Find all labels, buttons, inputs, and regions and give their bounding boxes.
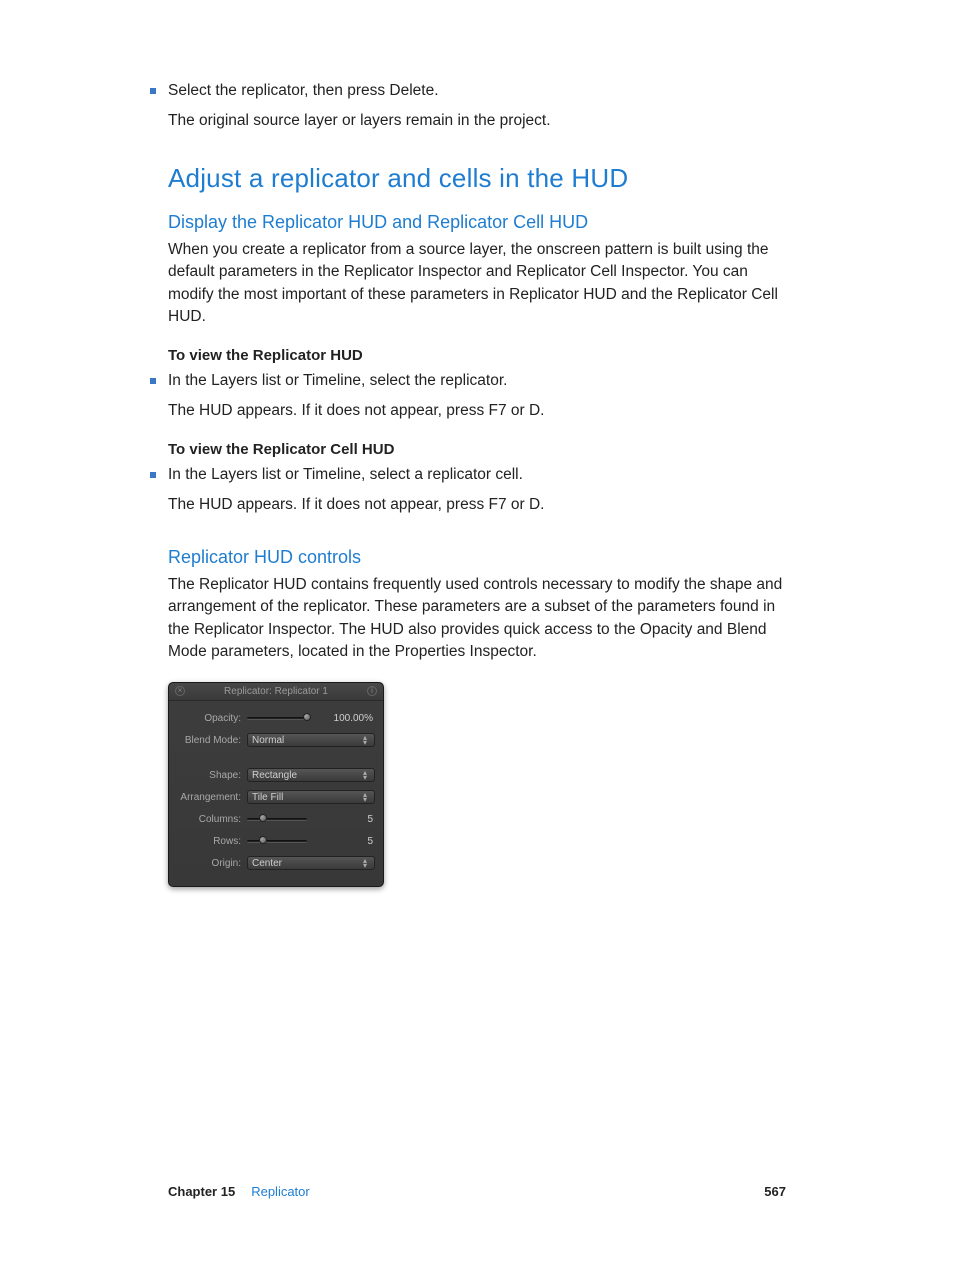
page-number: 567 <box>764 1184 786 1199</box>
chevron-updown-icon: ▴▾ <box>363 735 371 745</box>
origin-value: Center <box>252 858 282 869</box>
chapter-title: Replicator <box>251 1184 310 1199</box>
page-content: Select the replicator, then press Delete… <box>0 0 954 887</box>
origin-select[interactable]: Center ▴▾ <box>247 856 375 870</box>
blend-mode-value: Normal <box>252 735 284 746</box>
bullet-text: Select the replicator, then press Delete… <box>168 80 439 102</box>
paragraph: The original source layer or layers rema… <box>168 110 786 132</box>
arrangement-value: Tile Fill <box>252 792 283 803</box>
shape-select[interactable]: Rectangle ▴▾ <box>247 768 375 782</box>
hud-row-rows: Rows: 5 <box>177 832 375 851</box>
arrangement-label: Arrangement: <box>177 792 247 803</box>
rows-label: Rows: <box>177 836 247 847</box>
hud-row-origin: Origin: Center ▴▾ <box>177 854 375 873</box>
paragraph: The Replicator HUD contains frequently u… <box>168 574 786 664</box>
chevron-updown-icon: ▴▾ <box>363 858 371 868</box>
hud-header: × Replicator: Replicator 1 i <box>169 683 383 701</box>
info-icon[interactable]: i <box>367 686 377 696</box>
origin-label: Origin: <box>177 858 247 869</box>
paragraph: The HUD appears. If it does not appear, … <box>168 400 786 422</box>
hud-body: Opacity: 100.00% Blend Mode: Normal ▴▾ <box>169 701 383 873</box>
list-item: In the Layers list or Timeline, select a… <box>150 464 786 486</box>
section-hud-controls: Replicator HUD controls The Replicator H… <box>168 547 786 887</box>
paragraph: The HUD appears. If it does not appear, … <box>168 494 786 516</box>
bullet-icon <box>150 378 156 384</box>
heading-1: Adjust a replicator and cells in the HUD <box>168 163 786 194</box>
bullet-icon <box>150 88 156 94</box>
replicator-hud-panel: × Replicator: Replicator 1 i Opacity: 10… <box>168 682 384 887</box>
list-item: Select the replicator, then press Delete… <box>150 80 786 102</box>
page-footer: Chapter 15 Replicator 567 <box>168 1184 786 1199</box>
blend-mode-select[interactable]: Normal ▴▾ <box>247 733 375 747</box>
heading-2: Replicator HUD controls <box>168 547 786 568</box>
columns-slider[interactable] <box>247 813 333 825</box>
arrangement-select[interactable]: Tile Fill ▴▾ <box>247 790 375 804</box>
hud-spacer <box>177 753 375 763</box>
hud-row-blend-mode: Blend Mode: Normal ▴▾ <box>177 731 375 750</box>
subheading: To view the Replicator HUD <box>168 347 786 364</box>
bullet-icon <box>150 472 156 478</box>
subheading: To view the Replicator Cell HUD <box>168 441 786 458</box>
shape-label: Shape: <box>177 770 247 781</box>
columns-label: Columns: <box>177 814 247 825</box>
hud-row-opacity: Opacity: 100.00% <box>177 709 375 728</box>
paragraph: When you create a replicator from a sour… <box>168 239 786 329</box>
heading-2: Display the Replicator HUD and Replicato… <box>168 212 786 233</box>
hud-row-arrangement: Arrangement: Tile Fill ▴▾ <box>177 788 375 807</box>
blend-mode-label: Blend Mode: <box>177 735 247 746</box>
hud-row-shape: Shape: Rectangle ▴▾ <box>177 766 375 785</box>
opacity-value: 100.00% <box>333 713 375 724</box>
opacity-label: Opacity: <box>177 713 247 724</box>
opacity-slider[interactable] <box>247 712 333 724</box>
bullet-text: In the Layers list or Timeline, select a… <box>168 464 523 486</box>
chapter-label: Chapter 15 <box>168 1184 235 1199</box>
hud-row-columns: Columns: 5 <box>177 810 375 829</box>
chevron-updown-icon: ▴▾ <box>363 770 371 780</box>
rows-slider[interactable] <box>247 835 333 847</box>
section-display-hud: Display the Replicator HUD and Replicato… <box>168 212 786 517</box>
hud-title: Replicator: Replicator 1 <box>185 686 367 697</box>
close-icon[interactable]: × <box>175 686 185 696</box>
list-item: In the Layers list or Timeline, select t… <box>150 370 786 392</box>
rows-value: 5 <box>333 836 375 847</box>
columns-value: 5 <box>333 814 375 825</box>
chevron-updown-icon: ▴▾ <box>363 792 371 802</box>
shape-value: Rectangle <box>252 770 297 781</box>
bullet-text: In the Layers list or Timeline, select t… <box>168 370 507 392</box>
